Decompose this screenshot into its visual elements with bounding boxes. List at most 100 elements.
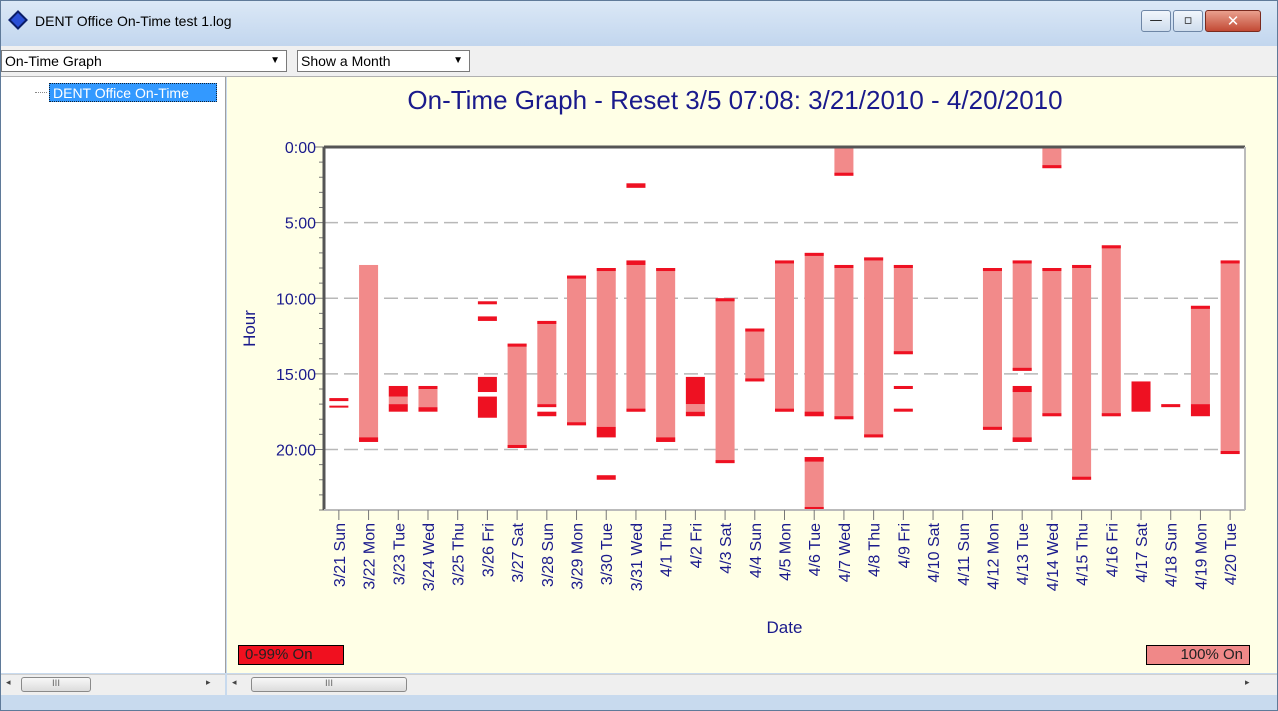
- bar-partial-on: [477, 301, 497, 305]
- x-tick-label: 4/11 Sun: [956, 523, 973, 586]
- x-tick-label: 4/18 Sun: [1164, 523, 1181, 587]
- y-tick-label: 10:00: [276, 291, 316, 308]
- bar-partial-on: [1012, 260, 1032, 264]
- bar-full-on: [418, 389, 438, 408]
- x-tick-label: 4/10 Sat: [926, 522, 943, 582]
- bar-full-on: [745, 328, 765, 382]
- scroll-right-icon[interactable]: ▸: [1245, 678, 1250, 688]
- bar-partial-on: [1072, 476, 1092, 480]
- bar-partial-on: [745, 328, 765, 332]
- dropdown-arrow-icon: ▼: [453, 55, 463, 66]
- bar-full-on: [715, 298, 735, 464]
- bar-full-on: [537, 320, 557, 405]
- bar-partial-on: [745, 378, 765, 382]
- bar-partial-on: [774, 260, 795, 264]
- x-tick-label: 4/19 Mon: [1193, 523, 1210, 590]
- x-tick-label: 4/20 Tue: [1223, 523, 1240, 585]
- bar-partial-on: [359, 437, 379, 442]
- bar-partial-on: [1012, 385, 1032, 393]
- x-tick-label: 4/1 Thu: [659, 523, 676, 577]
- bar-partial-on: [1042, 165, 1062, 169]
- bar-partial-on: [656, 268, 676, 272]
- scroll-right-icon[interactable]: ▸: [206, 678, 211, 688]
- bar-partial-on: [329, 405, 349, 408]
- bar-partial-on: [596, 268, 616, 272]
- x-tick-label: 4/3 Sat: [718, 522, 735, 573]
- title-bar[interactable]: DENT Office On-Time test 1.log — ▫ ✕: [1, 1, 1277, 46]
- bar-full-on: [1190, 305, 1210, 405]
- tree-horizontal-scrollbar[interactable]: ◂ III ▸: [1, 674, 225, 695]
- graph-type-select[interactable]: On-Time Graph ▼: [1, 50, 287, 72]
- bar-partial-on: [537, 320, 557, 324]
- bar-full-on: [1012, 389, 1032, 442]
- bar-partial-on: [1220, 260, 1240, 264]
- bar-partial-on: [1072, 264, 1092, 268]
- bar-partial-on: [804, 457, 824, 462]
- y-tick-label: 20:00: [276, 443, 316, 460]
- bar-full-on: [982, 268, 1002, 430]
- scroll-thumb[interactable]: III: [251, 677, 407, 692]
- range-select[interactable]: Show a Month ▼: [297, 50, 470, 72]
- dropdown-arrow-icon: ▼: [270, 55, 280, 66]
- bar-partial-on: [864, 434, 884, 438]
- bar-full-on: [1101, 245, 1121, 417]
- bar-partial-on: [1220, 451, 1240, 455]
- bar-partial-on: [477, 376, 497, 393]
- bar-partial-on: [1190, 404, 1210, 417]
- bar-partial-on: [656, 437, 676, 442]
- bar-partial-on: [1042, 413, 1062, 417]
- chart-title: On-Time Graph - Reset 3/5 07:08: 3/21/20…: [407, 85, 1063, 115]
- app-window: DENT Office On-Time test 1.log — ▫ ✕ On-…: [0, 0, 1278, 711]
- x-tick-label: 3/21 Sun: [332, 523, 349, 587]
- x-tick-label: 4/16 Fri: [1104, 523, 1121, 577]
- bar-partial-on: [1161, 404, 1181, 408]
- scroll-left-icon[interactable]: ◂: [6, 678, 11, 688]
- close-icon: ✕: [1226, 12, 1240, 30]
- bar-full-on: [596, 268, 616, 427]
- minimize-icon: —: [1149, 13, 1163, 28]
- x-tick-label: 3/23 Tue: [391, 523, 408, 585]
- bar-partial-on: [685, 376, 705, 405]
- bar-partial-on: [1012, 437, 1032, 442]
- x-tick-label: 3/24 Wed: [421, 523, 438, 591]
- bar-full-on: [388, 396, 408, 405]
- minimize-button[interactable]: —: [1141, 10, 1171, 32]
- bar-partial-on: [329, 398, 349, 402]
- y-axis-label: Hour: [240, 310, 259, 347]
- bar-partial-on: [982, 268, 1002, 272]
- tree-item-dent-office[interactable]: DENT Office On-Time: [49, 83, 217, 102]
- bar-full-on: [1220, 260, 1240, 455]
- close-button[interactable]: ✕: [1205, 10, 1261, 32]
- x-tick-label: 3/25 Thu: [451, 523, 468, 586]
- bar-full-on: [834, 264, 854, 420]
- bar-partial-on: [834, 172, 854, 176]
- bar-partial-on: [388, 404, 408, 412]
- x-tick-label: 4/7 Wed: [837, 523, 854, 582]
- bar-partial-on: [893, 385, 913, 389]
- scroll-left-icon[interactable]: ◂: [232, 678, 237, 688]
- bar-partial-on: [804, 411, 824, 417]
- app-diamond-icon: [8, 10, 28, 30]
- bar-full-on: [507, 343, 527, 448]
- toolbar: On-Time Graph ▼ Show a Month ▼: [1, 46, 1277, 77]
- bar-partial-on: [537, 404, 557, 408]
- graph-horizontal-scrollbar[interactable]: ◂ III ▸: [227, 674, 1277, 695]
- x-tick-label: 3/31 Wed: [629, 523, 646, 591]
- bar-partial-on: [477, 316, 497, 321]
- y-tick-label: 15:00: [276, 367, 316, 384]
- bar-full-on: [864, 257, 884, 438]
- bar-partial-on: [893, 264, 913, 268]
- x-tick-label: 3/29 Mon: [570, 523, 587, 590]
- bar-full-on: [626, 260, 646, 412]
- graph-type-value: On-Time Graph: [5, 53, 102, 69]
- y-tick-label: 5:00: [285, 216, 316, 233]
- bar-partial-on: [567, 275, 587, 279]
- bar-full-on: [1042, 147, 1062, 169]
- bar-partial-on: [834, 264, 854, 268]
- bar-partial-on: [626, 408, 646, 412]
- bar-full-on: [359, 264, 379, 442]
- x-tick-label: 3/27 Sat: [510, 522, 527, 582]
- scroll-thumb[interactable]: III: [21, 677, 91, 692]
- status-bar: [1, 695, 1277, 710]
- maximize-button[interactable]: ▫: [1173, 10, 1203, 32]
